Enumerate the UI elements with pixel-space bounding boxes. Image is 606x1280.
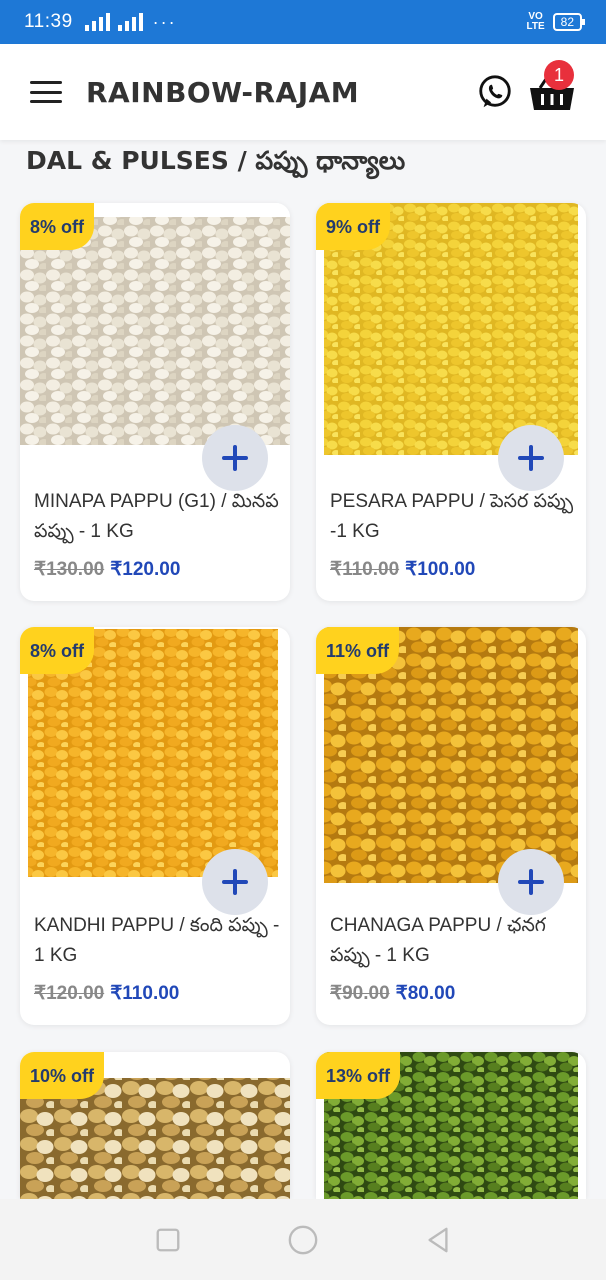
discount-badge: 8% off xyxy=(20,203,94,250)
system-navigation-bar xyxy=(0,1199,606,1280)
plus-icon xyxy=(518,869,544,895)
product-card[interactable]: 11% off CHANAGA PAPPU / ఛనగ పప్పు - 1 KG… xyxy=(316,627,586,1025)
circle-home-icon[interactable] xyxy=(283,1220,323,1260)
discount-badge: 11% off xyxy=(316,627,400,674)
plus-icon xyxy=(518,445,544,471)
original-price: ₹120.00 xyxy=(34,983,105,1004)
price-row: ₹90.00 ₹80.00 xyxy=(330,982,455,1005)
sale-price: ₹80.00 xyxy=(395,983,456,1004)
discount-badge: 9% off xyxy=(316,203,390,250)
add-to-cart-button[interactable] xyxy=(202,425,268,491)
price-row: ₹130.00 ₹120.00 xyxy=(34,558,180,581)
app-title: RAINBOW-RAJAM xyxy=(86,75,360,109)
signal-icon-2 xyxy=(117,13,143,31)
discount-badge: 10% off xyxy=(20,1052,105,1099)
discount-badge: 8% off xyxy=(20,627,94,674)
category-title: DAL & PULSES / పప్పు ధాన్యాలు xyxy=(26,146,406,175)
add-to-cart-button[interactable] xyxy=(202,849,268,915)
sale-price: ₹100.00 xyxy=(405,559,476,580)
triangle-back-icon[interactable] xyxy=(418,1220,458,1260)
volte-indicator: VO LTE xyxy=(526,11,545,32)
product-card[interactable]: 10% off xyxy=(20,1052,290,1199)
price-row: ₹120.00 ₹110.00 xyxy=(34,982,179,1005)
discount-badge: 13% off xyxy=(316,1052,401,1099)
product-name[interactable]: CHANAGA PAPPU / ఛనగ పప్పు - 1 KG xyxy=(330,911,576,971)
whatsapp-icon[interactable] xyxy=(476,73,514,111)
cart-count-badge: 1 xyxy=(544,60,574,90)
cart-button[interactable]: 1 xyxy=(528,60,576,114)
product-card[interactable]: 9% off PESARA PAPPU / పెసర పప్పు -1 KG ₹… xyxy=(316,203,586,601)
battery-indicator: 82 xyxy=(552,13,586,31)
hamburger-menu-icon[interactable] xyxy=(30,81,62,103)
signal-icon xyxy=(84,13,110,31)
original-price: ₹90.00 xyxy=(330,983,390,1004)
add-to-cart-button[interactable] xyxy=(498,849,564,915)
app-bar: RAINBOW-RAJAM 1 xyxy=(0,44,606,140)
plus-icon xyxy=(222,445,248,471)
product-name[interactable]: PESARA PAPPU / పెసర పప్పు -1 KG xyxy=(330,487,576,547)
original-price: ₹110.00 xyxy=(330,559,400,580)
more-notifications-icon: ··· xyxy=(152,11,177,32)
plus-icon xyxy=(222,869,248,895)
sale-price: ₹110.00 xyxy=(110,983,180,1004)
product-card[interactable]: 13% off xyxy=(316,1052,586,1199)
sale-price: ₹120.00 xyxy=(110,559,181,580)
product-name[interactable]: KANDHI PAPPU / కంది పప్పు - 1 KG xyxy=(34,911,280,971)
square-recents-icon[interactable] xyxy=(148,1220,188,1260)
add-to-cart-button[interactable] xyxy=(498,425,564,491)
original-price: ₹130.00 xyxy=(34,559,105,580)
price-row: ₹110.00 ₹100.00 xyxy=(330,558,475,581)
status-time: 11:39 xyxy=(24,11,73,32)
product-card[interactable]: 8% off KANDHI PAPPU / కంది పప్పు - 1 KG … xyxy=(20,627,290,1025)
status-bar: 11:39 ··· VO LTE 82 xyxy=(0,0,606,44)
product-card[interactable]: 8% off MINAPA PAPPU (G1) / మినప పప్పు - … xyxy=(20,203,290,601)
product-name[interactable]: MINAPA PAPPU (G1) / మినప పప్పు - 1 KG xyxy=(34,487,280,547)
